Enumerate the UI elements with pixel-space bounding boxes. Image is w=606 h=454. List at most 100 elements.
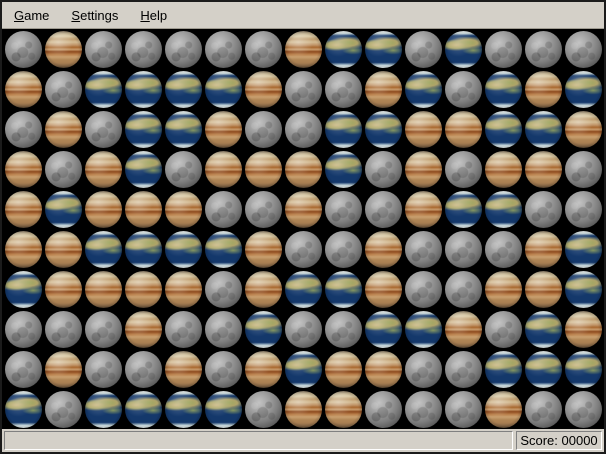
cell-r7-c5[interactable] — [163, 269, 203, 309]
cell-r9-c5[interactable] — [163, 349, 203, 389]
cell-r2-c12[interactable] — [443, 69, 483, 109]
cell-r8-c6[interactable] — [203, 309, 243, 349]
cell-r5-c10[interactable] — [363, 189, 403, 229]
cell-r5-c2[interactable] — [43, 189, 83, 229]
cell-r10-c6[interactable] — [203, 389, 243, 429]
cell-r9-c1[interactable] — [3, 349, 43, 389]
cell-r10-c5[interactable] — [163, 389, 203, 429]
cell-r5-c4[interactable] — [123, 189, 163, 229]
cell-r1-c3[interactable] — [83, 29, 123, 69]
cell-r1-c2[interactable] — [43, 29, 83, 69]
cell-r8-c2[interactable] — [43, 309, 83, 349]
cell-r9-c2[interactable] — [43, 349, 83, 389]
cell-r9-c9[interactable] — [323, 349, 363, 389]
cell-r5-c9[interactable] — [323, 189, 363, 229]
cell-r2-c10[interactable] — [363, 69, 403, 109]
cell-r4-c15[interactable] — [563, 149, 603, 189]
cell-r3-c3[interactable] — [83, 109, 123, 149]
cell-r3-c11[interactable] — [403, 109, 443, 149]
cell-r5-c3[interactable] — [83, 189, 123, 229]
cell-r2-c7[interactable] — [243, 69, 283, 109]
cell-r8-c10[interactable] — [363, 309, 403, 349]
cell-r7-c9[interactable] — [323, 269, 363, 309]
cell-r5-c5[interactable] — [163, 189, 203, 229]
cell-r6-c14[interactable] — [523, 229, 563, 269]
cell-r1-c5[interactable] — [163, 29, 203, 69]
cell-r5-c7[interactable] — [243, 189, 283, 229]
cell-r1-c10[interactable] — [363, 29, 403, 69]
cell-r6-c1[interactable] — [3, 229, 43, 269]
cell-r4-c3[interactable] — [83, 149, 123, 189]
cell-r3-c5[interactable] — [163, 109, 203, 149]
cell-r9-c7[interactable] — [243, 349, 283, 389]
cell-r2-c13[interactable] — [483, 69, 523, 109]
cell-r10-c2[interactable] — [43, 389, 83, 429]
cell-r7-c13[interactable] — [483, 269, 523, 309]
cell-r3-c6[interactable] — [203, 109, 243, 149]
cell-r7-c4[interactable] — [123, 269, 163, 309]
cell-r9-c4[interactable] — [123, 349, 163, 389]
cell-r10-c12[interactable] — [443, 389, 483, 429]
cell-r3-c15[interactable] — [563, 109, 603, 149]
cell-r8-c12[interactable] — [443, 309, 483, 349]
cell-r6-c7[interactable] — [243, 229, 283, 269]
cell-r7-c10[interactable] — [363, 269, 403, 309]
cell-r6-c8[interactable] — [283, 229, 323, 269]
cell-r6-c9[interactable] — [323, 229, 363, 269]
cell-r3-c4[interactable] — [123, 109, 163, 149]
cell-r3-c14[interactable] — [523, 109, 563, 149]
cell-r5-c11[interactable] — [403, 189, 443, 229]
cell-r10-c13[interactable] — [483, 389, 523, 429]
cell-r8-c5[interactable] — [163, 309, 203, 349]
cell-r2-c9[interactable] — [323, 69, 363, 109]
cell-r3-c7[interactable] — [243, 109, 283, 149]
cell-r9-c3[interactable] — [83, 349, 123, 389]
cell-r8-c3[interactable] — [83, 309, 123, 349]
cell-r9-c14[interactable] — [523, 349, 563, 389]
cell-r1-c4[interactable] — [123, 29, 163, 69]
cell-r8-c11[interactable] — [403, 309, 443, 349]
cell-r2-c4[interactable] — [123, 69, 163, 109]
cell-r4-c13[interactable] — [483, 149, 523, 189]
cell-r10-c10[interactable] — [363, 389, 403, 429]
cell-r2-c2[interactable] — [43, 69, 83, 109]
cell-r6-c6[interactable] — [203, 229, 243, 269]
cell-r7-c8[interactable] — [283, 269, 323, 309]
cell-r7-c6[interactable] — [203, 269, 243, 309]
cell-r6-c10[interactable] — [363, 229, 403, 269]
cell-r7-c14[interactable] — [523, 269, 563, 309]
cell-r6-c13[interactable] — [483, 229, 523, 269]
menu-item-settings[interactable]: Settings — [63, 5, 126, 26]
cell-r9-c8[interactable] — [283, 349, 323, 389]
cell-r2-c11[interactable] — [403, 69, 443, 109]
cell-r7-c15[interactable] — [563, 269, 603, 309]
cell-r9-c6[interactable] — [203, 349, 243, 389]
cell-r1-c1[interactable] — [3, 29, 43, 69]
cell-r1-c8[interactable] — [283, 29, 323, 69]
cell-r8-c15[interactable] — [563, 309, 603, 349]
cell-r4-c12[interactable] — [443, 149, 483, 189]
cell-r9-c15[interactable] — [563, 349, 603, 389]
cell-r7-c12[interactable] — [443, 269, 483, 309]
cell-r6-c15[interactable] — [563, 229, 603, 269]
cell-r4-c5[interactable] — [163, 149, 203, 189]
cell-r4-c14[interactable] — [523, 149, 563, 189]
cell-r4-c2[interactable] — [43, 149, 83, 189]
cell-r6-c12[interactable] — [443, 229, 483, 269]
cell-r5-c15[interactable] — [563, 189, 603, 229]
cell-r2-c8[interactable] — [283, 69, 323, 109]
cell-r3-c2[interactable] — [43, 109, 83, 149]
cell-r6-c3[interactable] — [83, 229, 123, 269]
cell-r3-c8[interactable] — [283, 109, 323, 149]
cell-r5-c8[interactable] — [283, 189, 323, 229]
cell-r8-c13[interactable] — [483, 309, 523, 349]
cell-r7-c2[interactable] — [43, 269, 83, 309]
cell-r4-c9[interactable] — [323, 149, 363, 189]
cell-r10-c11[interactable] — [403, 389, 443, 429]
cell-r3-c10[interactable] — [363, 109, 403, 149]
cell-r4-c6[interactable] — [203, 149, 243, 189]
cell-r1-c12[interactable] — [443, 29, 483, 69]
cell-r2-c3[interactable] — [83, 69, 123, 109]
cell-r7-c7[interactable] — [243, 269, 283, 309]
cell-r2-c1[interactable] — [3, 69, 43, 109]
